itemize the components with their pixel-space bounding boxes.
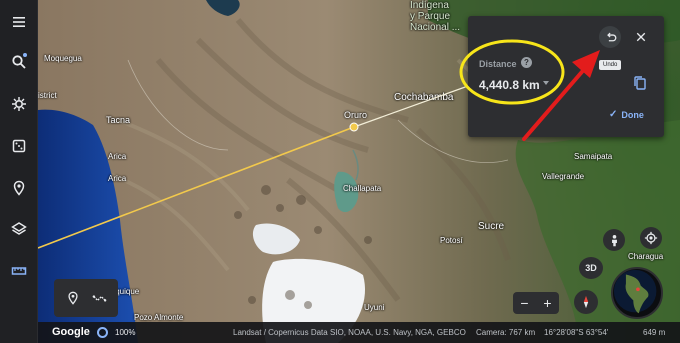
google-logo: Google [52,326,90,338]
globe-icon [613,269,657,314]
distance-value[interactable]: 4,440.8 km [479,78,540,92]
chevron-down-icon[interactable] [543,81,549,85]
close-button[interactable] [631,27,651,47]
copy-icon [634,76,646,90]
draw-path-button[interactable] [89,288,109,308]
map-style-icon[interactable] [7,217,31,241]
zoom-level: 100% [115,328,136,337]
location-target-icon [644,231,658,245]
compass-button[interactable] [574,290,598,314]
coordinates: 16°28'08"S 63°54' [544,328,609,337]
menu-icon[interactable] [7,10,31,34]
imagery-credits[interactable]: Landsat / Copernicus Data SIO, NOAA, U.S… [233,328,466,337]
voyager-icon[interactable] [7,92,31,116]
check-icon: ✓ [609,109,618,120]
measure-line-yellow [38,126,355,249]
compass-icon [583,295,589,309]
undo-icon [606,32,616,41]
zoom-control: − + [513,292,559,314]
done-label: Done [621,109,644,120]
measure-point[interactable] [349,122,359,132]
pin-icon [68,291,78,305]
done-button[interactable]: ✓ Done [609,109,644,120]
street-view-button[interactable] [603,229,625,251]
help-icon[interactable]: ? [521,57,532,68]
measure-panel: Distance ? 4,440.8 km Undo ✓ Done [468,16,664,137]
measure-distance-icon[interactable] [7,259,31,283]
measure-toolbox [54,279,118,317]
notification-dot [23,53,27,57]
elevation: 649 m [643,328,666,337]
distance-label: Distance [479,59,517,69]
undo-button[interactable] [599,26,621,48]
measure-line-white [353,85,469,128]
left-rail [0,0,38,343]
pegman-icon [611,234,617,246]
zoom-out-button[interactable]: − [520,295,528,311]
zoom-in-button[interactable]: + [543,295,551,311]
copy-button[interactable] [633,75,647,91]
search-icon[interactable] [7,50,31,74]
camera-altitude: Camera: 767 km [476,328,536,337]
zoom-ring-icon [97,327,108,338]
status-bar: Google 100% Landsat / Copernicus Data SI… [38,322,680,343]
mini-globe[interactable] [611,267,663,319]
feeling-lucky-icon[interactable] [7,134,31,158]
my-location-button[interactable] [640,227,662,249]
place-point-button[interactable] [63,288,83,308]
projects-icon[interactable] [7,176,31,200]
close-icon [636,32,646,42]
undo-tooltip: Undo [599,60,622,70]
toggle-3d-button[interactable]: 3D [579,257,603,279]
path-icon [92,294,106,302]
